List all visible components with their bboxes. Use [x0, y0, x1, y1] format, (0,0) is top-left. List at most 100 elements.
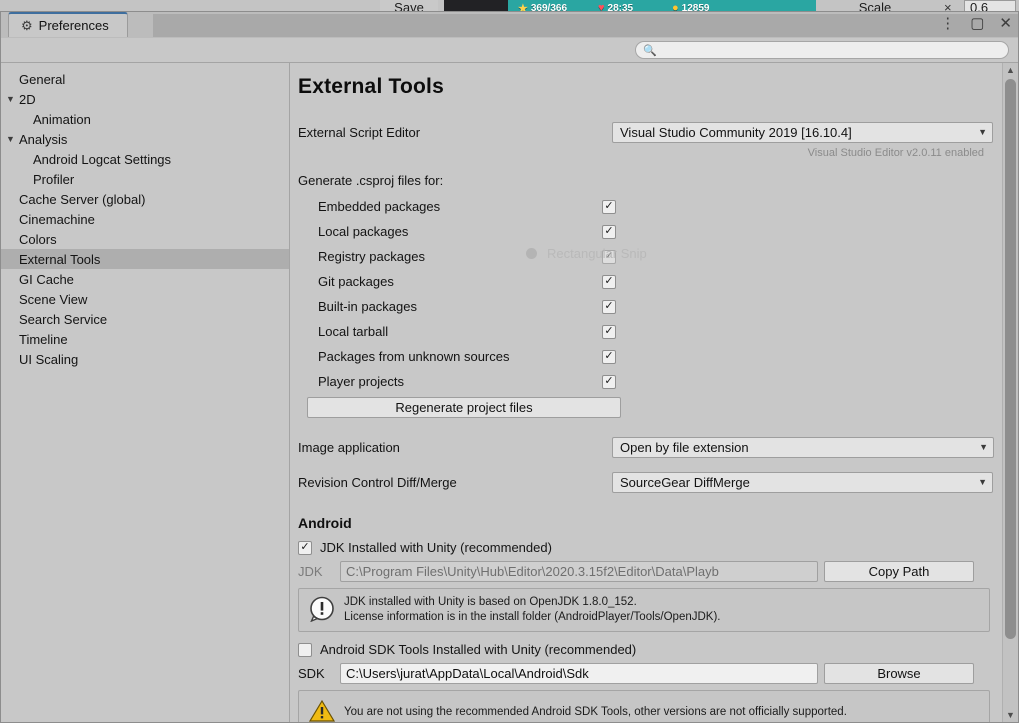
window-titlebar: ⚙ Preferences ⋮ ▢ ✕ — [1, 12, 1018, 38]
image-application-value: Open by file extension — [620, 439, 749, 455]
row-image-application: Image application Open by file extension… — [298, 436, 1002, 458]
sdk-warning-box: You are not using the recommended Androi… — [298, 690, 990, 722]
content-scrollbar[interactable]: ▲ ▼ — [1002, 63, 1018, 722]
sdk-installed-checkbox[interactable]: ✓ — [298, 642, 312, 657]
csproj-checkbox-unknown-sources[interactable]: ✓ — [602, 349, 616, 364]
sidebar-item-search-service[interactable]: Search Service — [1, 309, 289, 329]
sdk-installed-label: Android SDK Tools Installed with Unity (… — [320, 642, 637, 657]
sidebar-item-scene-view[interactable]: Scene View — [1, 289, 289, 309]
csproj-checkbox-git-packages[interactable]: ✓ — [602, 274, 616, 289]
kebab-menu-icon[interactable]: ⋮ — [940, 16, 955, 31]
close-icon[interactable]: ✕ — [999, 16, 1012, 31]
warning-icon — [308, 699, 336, 722]
chevron-down-icon: ▼ — [978, 477, 987, 487]
csproj-row-local-tarball: Local tarball ✓ — [298, 319, 1002, 344]
csproj-checkbox-builtin-packages[interactable]: ✓ — [602, 299, 616, 314]
sidebar-item-android-logcat-settings[interactable]: Android Logcat Settings — [1, 149, 289, 169]
sidebar-item-timeline[interactable]: Timeline — [1, 329, 289, 349]
sidebar-item-gi-cache[interactable]: GI Cache — [1, 269, 289, 289]
sidebar-item-analysis[interactable]: ▼ Analysis — [1, 129, 289, 149]
settings-content: External Tools External Script Editor Vi… — [290, 62, 1018, 722]
search-box[interactable]: 🔍 — [635, 41, 1009, 59]
sidebar-item-label: Analysis — [19, 131, 68, 147]
csproj-label: Local packages — [318, 224, 409, 239]
csproj-label: Git packages — [318, 274, 394, 289]
sdk-installed-row: ✓ Android SDK Tools Installed with Unity… — [298, 642, 1002, 657]
jdk-path-row: JDK C:\Program Files\Unity\Hub\Editor\20… — [298, 561, 1002, 582]
jdk-info-line2: License information is in the install fo… — [344, 611, 721, 623]
android-section-heading: Android — [298, 515, 352, 531]
chevron-down-icon[interactable]: ▼ — [6, 134, 19, 144]
sidebar-item-label: Animation — [33, 111, 91, 127]
row-external-script-editor: External Script Editor Visual Studio Com… — [298, 121, 1002, 143]
jdk-installed-label: JDK Installed with Unity (recommended) — [320, 540, 552, 555]
image-application-label: Image application — [298, 439, 400, 455]
sidebar-item-label: Cache Server (global) — [19, 191, 146, 207]
csproj-checkbox-player-projects[interactable]: ✓ — [602, 374, 616, 389]
chevron-down-icon[interactable]: ▼ — [6, 94, 19, 104]
sidebar-item-animation[interactable]: Animation — [1, 109, 289, 129]
image-application-dropdown[interactable]: Open by file extension ▼ — [612, 436, 994, 458]
window-body: General ▼ 2D Animation ▼ Analysis Androi… — [1, 62, 1018, 722]
scroll-down-icon[interactable]: ▼ — [1006, 710, 1015, 720]
chevron-down-icon: ▼ — [979, 442, 988, 452]
external-tools-pane: External Tools External Script Editor Vi… — [290, 63, 1002, 722]
sidebar-item-label: Scene View — [19, 291, 88, 307]
csproj-row-player-projects: Player projects ✓ — [298, 369, 1002, 394]
sidebar-item-profiler[interactable]: Profiler — [1, 169, 289, 189]
csproj-checkbox-local-tarball[interactable]: ✓ — [602, 324, 616, 339]
revision-control-dropdown[interactable]: SourceGear DiffMerge ▼ — [612, 471, 993, 493]
jdk-installed-row: ✓ JDK Installed with Unity (recommended) — [298, 540, 1002, 555]
browse-button[interactable]: Browse — [824, 663, 974, 684]
info-icon — [309, 596, 335, 625]
settings-sidebar: General ▼ 2D Animation ▼ Analysis Androi… — [1, 62, 290, 722]
gear-icon: ⚙ — [21, 18, 33, 33]
jdk-installed-checkbox[interactable]: ✓ — [298, 540, 312, 555]
revision-control-value: SourceGear DiffMerge — [620, 474, 750, 490]
jdk-path-field: C:\Program Files\Unity\Hub\Editor\2020.3… — [340, 561, 818, 582]
window-controls: ⋮ ▢ ✕ — [940, 16, 1012, 31]
csproj-checkbox-registry-packages[interactable]: ✓ — [602, 249, 616, 264]
sidebar-item-cache-server[interactable]: Cache Server (global) — [1, 189, 289, 209]
sidebar-item-cinemachine[interactable]: Cinemachine — [1, 209, 289, 229]
jdk-path-label: JDK — [298, 564, 323, 579]
search-row: 🔍 — [1, 38, 1018, 62]
sidebar-item-label: GI Cache — [19, 271, 74, 287]
sidebar-item-label: External Tools — [19, 251, 101, 267]
sdk-path-field[interactable]: C:\Users\jurat\AppData\Local\Android\Sdk — [340, 663, 818, 684]
sidebar-item-general[interactable]: General — [1, 69, 289, 89]
jdk-info-box: JDK installed with Unity is based on Ope… — [298, 588, 990, 632]
external-script-editor-value: Visual Studio Community 2019 [16.10.4] — [620, 124, 852, 140]
preferences-window: ⚙ Preferences ⋮ ▢ ✕ 🔍 General ▼ 2D Anima… — [0, 11, 1019, 723]
sdk-path-label: SDK — [298, 666, 325, 681]
csproj-label: Built-in packages — [318, 299, 417, 314]
revision-control-label: Revision Control Diff/Merge — [298, 474, 457, 490]
csproj-label: Embedded packages — [318, 199, 441, 214]
sidebar-item-2d[interactable]: ▼ 2D — [1, 89, 289, 109]
sidebar-item-label: Android Logcat Settings — [33, 151, 172, 167]
sidebar-item-ui-scaling[interactable]: UI Scaling — [1, 349, 289, 369]
external-script-editor-dropdown[interactable]: Visual Studio Community 2019 [16.10.4] ▼ — [612, 121, 993, 143]
sidebar-item-label: 2D — [19, 91, 36, 107]
sidebar-item-label: Search Service — [19, 311, 108, 327]
page-title: External Tools — [298, 75, 444, 98]
csproj-label: Registry packages — [318, 249, 425, 264]
maximize-icon[interactable]: ▢ — [970, 16, 984, 31]
sidebar-item-label: Cinemachine — [19, 211, 95, 227]
content-scrollbar-thumb[interactable] — [1005, 79, 1016, 639]
sidebar-item-external-tools[interactable]: External Tools — [1, 249, 289, 269]
sidebar-item-colors[interactable]: Colors — [1, 229, 289, 249]
scroll-up-icon[interactable]: ▲ — [1006, 65, 1015, 75]
tab-preferences[interactable]: ⚙ Preferences — [8, 12, 128, 37]
tabbar-empty-area — [153, 14, 1018, 37]
csproj-checkbox-local-packages[interactable]: ✓ — [602, 224, 616, 239]
csproj-row-git-packages: Git packages ✓ — [298, 269, 1002, 294]
csproj-checkbox-embedded-packages[interactable]: ✓ — [602, 199, 616, 214]
search-icon: 🔍 — [643, 44, 657, 57]
csproj-label: Player projects — [318, 374, 404, 389]
copy-path-button[interactable]: Copy Path — [824, 561, 974, 582]
regenerate-project-files-button[interactable]: Regenerate project files — [307, 397, 621, 418]
chevron-down-icon: ▼ — [978, 127, 987, 137]
csproj-row-unknown-sources: Packages from unknown sources ✓ — [298, 344, 1002, 369]
search-input[interactable] — [661, 42, 996, 58]
